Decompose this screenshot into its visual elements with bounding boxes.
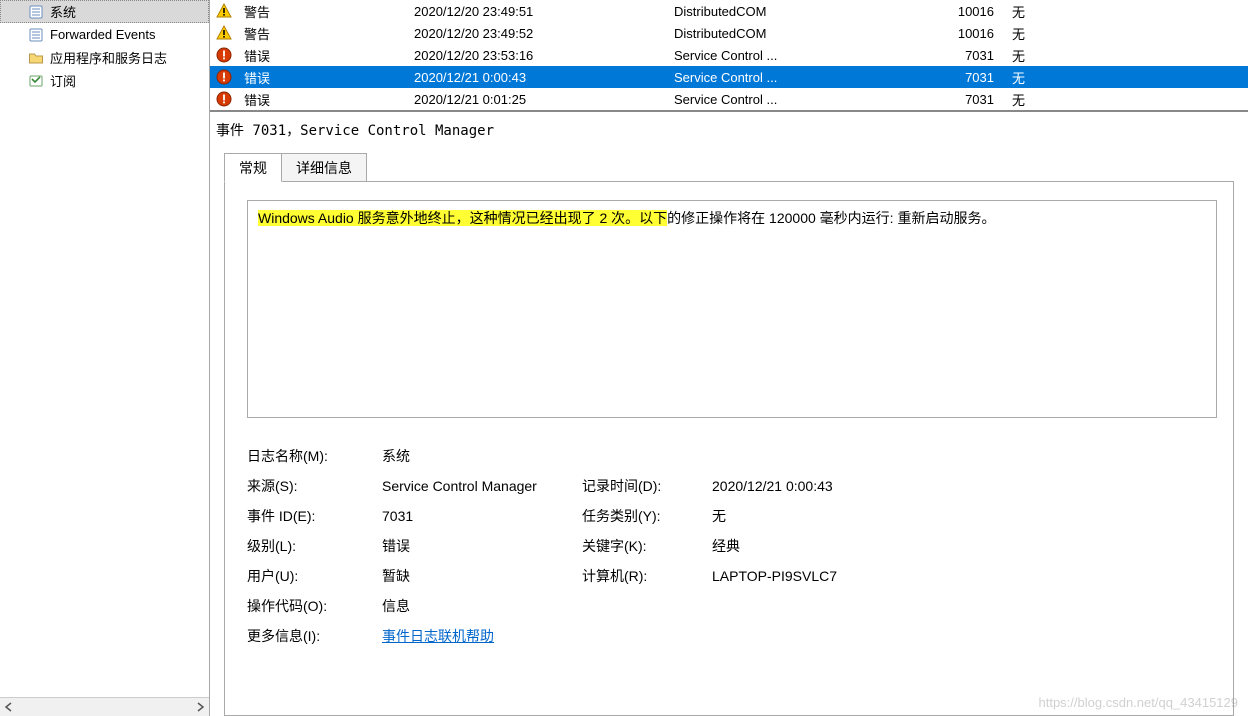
error-icon xyxy=(216,47,242,63)
tree-item-label: Forwarded Events xyxy=(50,27,156,42)
warning-icon xyxy=(216,3,242,19)
tree-item-0[interactable]: 系统 xyxy=(0,0,209,23)
label-user: 用户(U): xyxy=(247,566,382,586)
tree-item-label: 订阅 xyxy=(50,71,76,90)
cell-level: 警告 xyxy=(242,2,414,21)
detail-title: 事件 7031，Service Control Manager xyxy=(210,112,1248,144)
event-log-online-help-link[interactable]: 事件日志联机帮助 xyxy=(382,628,494,644)
cell-task: 无 xyxy=(994,46,1072,65)
label-logged: 记录时间(D): xyxy=(582,476,712,496)
log-icon xyxy=(28,4,44,20)
log-icon xyxy=(28,27,44,43)
cell-event-id: 7031 xyxy=(934,92,994,107)
label-opcode: 操作代码(O): xyxy=(247,596,382,616)
label-log-name: 日志名称(M): xyxy=(247,446,382,466)
cell-task: 无 xyxy=(994,2,1072,21)
cell-level: 错误 xyxy=(242,90,414,109)
label-more-info: 更多信息(I): xyxy=(247,626,382,646)
cell-source: Service Control ... xyxy=(674,70,934,85)
cell-task: 无 xyxy=(994,24,1072,43)
cell-date: 2020/12/21 0:01:25 xyxy=(414,92,674,107)
error-icon xyxy=(216,69,242,85)
tree-item-2[interactable]: 应用程序和服务日志 xyxy=(0,46,209,69)
tab-body-general: Windows Audio 服务意外地终止，这种情况已经出现了 2 次。以下的修… xyxy=(224,181,1234,716)
value-log-name: 系统 xyxy=(382,446,582,466)
cell-event-id: 7031 xyxy=(934,48,994,63)
tab-details[interactable]: 详细信息 xyxy=(282,153,367,182)
description-rest: 的修正操作将在 120000 毫秒内运行: 重新启动服务。 xyxy=(667,210,995,226)
cell-source: Service Control ... xyxy=(674,92,934,107)
scroll-right-icon[interactable] xyxy=(191,699,209,715)
cell-date: 2020/12/20 23:49:51 xyxy=(414,4,674,19)
tree-item-label: 系统 xyxy=(50,2,76,21)
label-keywords: 关键字(K): xyxy=(582,536,712,556)
event-row[interactable]: 警告2020/12/20 23:49:51DistributedCOM10016… xyxy=(210,0,1248,22)
cell-level: 错误 xyxy=(242,46,414,65)
cell-level: 错误 xyxy=(242,68,414,87)
cell-date: 2020/12/21 0:00:43 xyxy=(414,70,674,85)
value-level: 错误 xyxy=(382,536,582,556)
value-logged: 2020/12/21 0:00:43 xyxy=(712,478,1217,494)
cell-task: 无 xyxy=(994,90,1072,109)
cell-task: 无 xyxy=(994,68,1072,87)
event-row[interactable]: 错误2020/12/21 0:00:43Service Control ...7… xyxy=(210,66,1248,88)
event-detail-panel: 事件 7031，Service Control Manager 常规 详细信息 … xyxy=(210,112,1248,716)
value-computer: LAPTOP-PI9SVLC7 xyxy=(712,568,1217,584)
cell-date: 2020/12/20 23:53:16 xyxy=(414,48,674,63)
sub-icon xyxy=(28,73,44,89)
cell-event-id: 7031 xyxy=(934,70,994,85)
detail-tabs: 常规 详细信息 xyxy=(224,154,1234,182)
cell-date: 2020/12/20 23:49:52 xyxy=(414,26,674,41)
event-description[interactable]: Windows Audio 服务意外地终止，这种情况已经出现了 2 次。以下的修… xyxy=(247,200,1217,418)
cell-event-id: 10016 xyxy=(934,4,994,19)
tree-item-label: 应用程序和服务日志 xyxy=(50,48,167,67)
warning-icon xyxy=(216,25,242,41)
event-row[interactable]: 错误2020/12/20 23:53:16Service Control ...… xyxy=(210,44,1248,66)
folder-icon xyxy=(28,50,44,66)
navigation-tree: 系统 Forwarded Events 应用程序和服务日志订阅 xyxy=(0,0,210,716)
cell-event-id: 10016 xyxy=(934,26,994,41)
cell-source: DistributedCOM xyxy=(674,4,934,19)
cell-source: DistributedCOM xyxy=(674,26,934,41)
description-highlight: Windows Audio 服务意外地终止，这种情况已经出现了 2 次。以下 xyxy=(258,210,667,226)
label-source: 来源(S): xyxy=(247,476,382,496)
tree-item-1[interactable]: Forwarded Events xyxy=(0,23,209,46)
event-row[interactable]: 警告2020/12/20 23:49:52DistributedCOM10016… xyxy=(210,22,1248,44)
label-level: 级别(L): xyxy=(247,536,382,556)
label-computer: 计算机(R): xyxy=(582,566,712,586)
event-list[interactable]: 警告2020/12/20 23:49:51DistributedCOM10016… xyxy=(210,0,1248,112)
tab-general[interactable]: 常规 xyxy=(224,153,282,182)
cell-level: 警告 xyxy=(242,24,414,43)
value-user: 暂缺 xyxy=(382,566,582,586)
value-opcode: 信息 xyxy=(382,596,582,616)
event-properties: 日志名称(M): 系统 来源(S): Service Control Manag… xyxy=(247,446,1217,646)
label-task-category: 任务类别(Y): xyxy=(582,506,712,526)
value-event-id: 7031 xyxy=(382,508,582,524)
cell-source: Service Control ... xyxy=(674,48,934,63)
event-row[interactable]: 错误2020/12/21 0:01:25Service Control ...7… xyxy=(210,88,1248,110)
main-panel: 警告2020/12/20 23:49:51DistributedCOM10016… xyxy=(210,0,1248,716)
value-keywords: 经典 xyxy=(712,536,1217,556)
value-source: Service Control Manager xyxy=(382,478,582,494)
scroll-left-icon[interactable] xyxy=(0,699,18,715)
horizontal-scrollbar[interactable] xyxy=(0,697,209,716)
label-event-id: 事件 ID(E): xyxy=(247,506,382,526)
tree-item-3[interactable]: 订阅 xyxy=(0,69,209,92)
value-task-category: 无 xyxy=(712,506,1217,526)
error-icon xyxy=(216,91,242,107)
